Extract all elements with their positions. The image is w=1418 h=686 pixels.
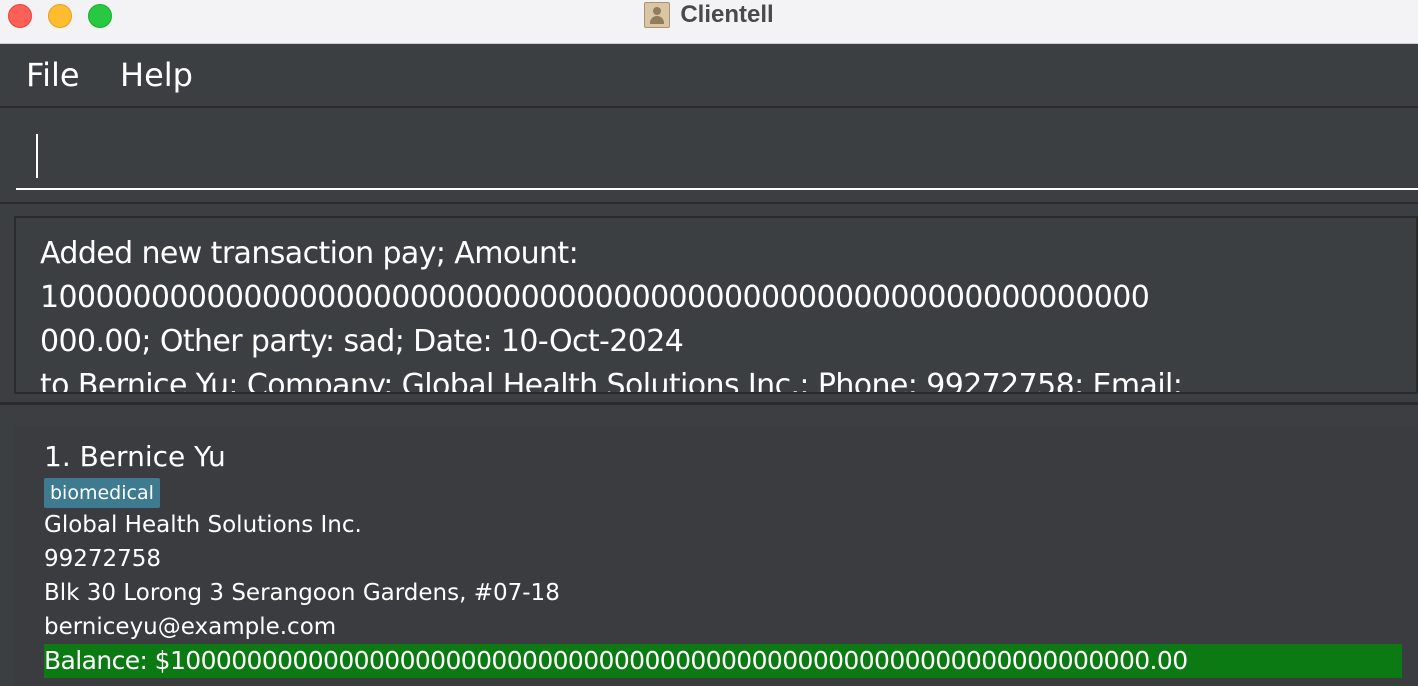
client-email: berniceyu@example.com (44, 614, 337, 640)
menu-bar: File Help (0, 44, 1418, 108)
client-balance: Balance: $100000000000000000000000000000… (44, 644, 1402, 678)
client-company: Global Health Solutions Inc. (44, 512, 362, 538)
result-display[interactable]: Added new transaction pay; Amount: 10000… (14, 216, 1418, 394)
client-name: 1. Bernice Yu (44, 440, 226, 473)
result-line: 000.00; Other party: sad; Date: 10-Oct-2… (40, 324, 684, 359)
menu-file[interactable]: File (26, 56, 80, 94)
client-address: Blk 30 Lorong 3 Serangoon Gardens, #07-1… (44, 580, 560, 606)
result-line: to Bernice Yu; Company: Global Health So… (40, 368, 1183, 394)
result-message: Added new transaction pay; Amount: 10000… (40, 232, 1390, 394)
client-tag: biomedical (44, 478, 160, 508)
client-phone: 99272758 (44, 546, 162, 572)
window-titlebar: Clientell (0, 0, 1418, 44)
text-caret (36, 134, 38, 178)
result-display-area: Added new transaction pay; Amount: 10000… (0, 204, 1418, 404)
client-card[interactable]: 1. Bernice Yu biomedical Global Health S… (14, 426, 1418, 686)
command-input[interactable] (16, 122, 1418, 190)
command-area (0, 108, 1418, 204)
client-list[interactable]: 1. Bernice Yu biomedical Global Health S… (14, 426, 1418, 686)
result-line: Added new transaction pay; Amount: (40, 236, 579, 271)
window-title: Clientell (680, 1, 774, 28)
address-book-icon (644, 2, 671, 28)
menu-help[interactable]: Help (120, 56, 193, 94)
panel-divider (0, 402, 1418, 426)
result-line: 1000000000000000000000000000000000000000… (40, 280, 1150, 315)
window-title-group: Clientell (0, 0, 1418, 30)
